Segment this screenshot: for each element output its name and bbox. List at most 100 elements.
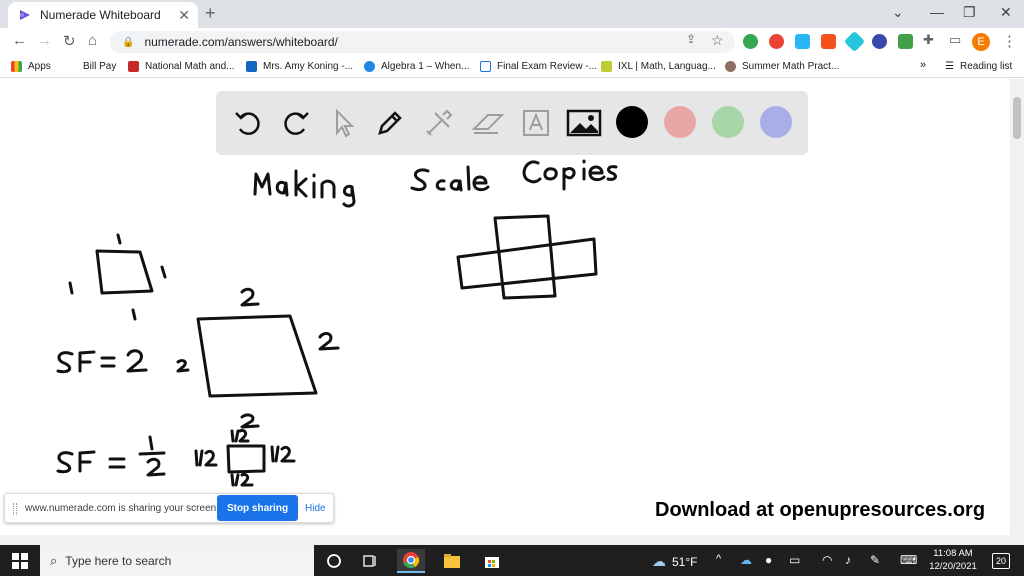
cast-icon[interactable]: ▭ bbox=[949, 32, 961, 48]
forward-icon[interactable]: → bbox=[37, 32, 52, 49]
battery-icon[interactable]: ▭ bbox=[789, 553, 800, 567]
handwritten-drawing bbox=[56, 159, 618, 487]
extension-green-plus-icon[interactable] bbox=[743, 34, 758, 49]
search-icon: ⌕ bbox=[50, 552, 58, 568]
file-explorer-icon[interactable] bbox=[438, 549, 466, 573]
small-square-figure bbox=[68, 233, 167, 321]
reading-list-icon: ☰ bbox=[945, 61, 954, 72]
home-icon[interactable]: ⌂ bbox=[88, 32, 97, 49]
openup-watermark: Download at openupresources.org bbox=[655, 499, 986, 521]
windows-taskbar: ⌕ Type here to search ☁ 51°F ^ ☁ ● ▭ ◠ ♪… bbox=[0, 545, 1024, 576]
back-icon[interactable]: ← bbox=[12, 32, 27, 49]
extension-screencastify-icon[interactable] bbox=[795, 34, 810, 49]
extension-red-icon[interactable] bbox=[769, 34, 784, 49]
tab-strip: Numerade Whiteboard ✕ + ⌄ — ❐ ✕ bbox=[0, 0, 1024, 28]
bookmark-label: Apps bbox=[28, 61, 51, 72]
share-message: www.numerade.com is sharing your screen. bbox=[25, 503, 219, 514]
extensions-puzzle-icon[interactable]: ✚ bbox=[923, 32, 934, 48]
wifi-icon[interactable]: ◠ bbox=[822, 553, 832, 567]
reload-icon[interactable]: ↻ bbox=[63, 32, 76, 50]
bill-pay-icon bbox=[66, 61, 77, 72]
window-list-chevron-icon[interactable]: ⌄ bbox=[892, 4, 904, 21]
hide-button[interactable]: Hide bbox=[305, 503, 326, 514]
address-bar[interactable]: 🔒 numerade.com/answers/whiteboard/ bbox=[110, 31, 735, 53]
address-toolbar: ← → ↻ ⌂ 🔒 numerade.com/answers/whiteboar… bbox=[0, 28, 1024, 56]
bookmarks-bar: Apps Bill Pay National Math and... Mrs. … bbox=[0, 56, 1024, 78]
clock-date: 12/20/2021 bbox=[929, 561, 977, 572]
numerade-logo-icon bbox=[20, 10, 30, 20]
bookmark-label: Bill Pay bbox=[83, 61, 117, 72]
search-placeholder: Type here to search bbox=[65, 553, 172, 568]
clock-time: 11:08 AM bbox=[933, 548, 973, 559]
microphone-icon[interactable]: ● bbox=[765, 553, 772, 567]
cross-shape-figure bbox=[456, 214, 598, 300]
sf-half-label bbox=[56, 435, 166, 477]
national-math-icon bbox=[128, 61, 139, 72]
taskbar-clock[interactable]: 11:08 AM 12/20/2021 bbox=[925, 547, 981, 573]
apps-grid-icon bbox=[11, 61, 22, 72]
bookmark-final-exam-review[interactable]: Final Exam Review -... bbox=[480, 61, 597, 72]
restore-icon[interactable]: ❐ bbox=[963, 4, 976, 21]
extension-green-square-icon[interactable] bbox=[898, 34, 913, 49]
weather-temp: 51°F bbox=[672, 554, 698, 569]
bookmark-label: Mrs. Amy Koning -... bbox=[263, 61, 354, 72]
amy-koning-icon bbox=[246, 61, 257, 72]
bookmark-label: IXL | Math, Languag... bbox=[618, 61, 716, 72]
bookmark-national-math[interactable]: National Math and... bbox=[128, 61, 235, 72]
half-square-figure bbox=[194, 413, 296, 487]
cortana-icon[interactable] bbox=[320, 549, 348, 573]
bookmark-amy-koning[interactable]: Mrs. Amy Koning -... bbox=[246, 61, 353, 72]
bookmark-ixl[interactable]: IXL | Math, Languag... bbox=[601, 61, 716, 72]
big-square-figure bbox=[176, 287, 340, 398]
task-view-icon[interactable] bbox=[356, 549, 384, 573]
profile-avatar[interactable]: E bbox=[972, 33, 990, 51]
url-text: numerade.com/answers/whiteboard/ bbox=[144, 35, 338, 49]
onedrive-icon[interactable]: ☁ bbox=[740, 553, 752, 567]
volume-icon[interactable]: ♪ bbox=[845, 553, 851, 567]
bookmark-summer-math[interactable]: Summer Math Pract... bbox=[725, 61, 839, 72]
tab-close-icon[interactable]: ✕ bbox=[178, 7, 190, 24]
sf-2-label bbox=[56, 349, 148, 374]
reading-list-label: Reading list bbox=[959, 61, 1013, 72]
windows-start-icon[interactable] bbox=[6, 549, 34, 573]
wordpress-icon bbox=[364, 61, 375, 72]
extension-bookmark-red-icon[interactable] bbox=[821, 34, 836, 49]
bookmark-star-icon[interactable]: ☆ bbox=[711, 32, 724, 49]
handwritten-title bbox=[253, 159, 618, 208]
ixl-icon bbox=[601, 61, 612, 72]
tray-chevron-icon[interactable]: ^ bbox=[716, 553, 721, 565]
vertical-scrollbar[interactable] bbox=[1010, 79, 1024, 535]
bookmark-label: Algebra 1 – When... bbox=[381, 61, 470, 72]
minimize-icon[interactable]: — bbox=[930, 4, 944, 20]
bookmark-apps[interactable]: Apps bbox=[11, 61, 51, 72]
tab-numerade-whiteboard[interactable]: Numerade Whiteboard ✕ bbox=[8, 2, 198, 28]
bookmark-algebra-1[interactable]: Algebra 1 – When... bbox=[364, 61, 469, 72]
stop-sharing-button[interactable]: Stop sharing bbox=[217, 495, 298, 521]
chrome-taskbar-icon[interactable] bbox=[397, 549, 425, 573]
new-tab-icon[interactable]: + bbox=[205, 3, 216, 24]
window-close-icon[interactable]: ✕ bbox=[1000, 4, 1012, 21]
store-icon[interactable] bbox=[478, 549, 506, 573]
horizontal-scrollbar[interactable] bbox=[0, 535, 1024, 545]
cloud-icon: ☁ bbox=[652, 553, 666, 569]
taskbar-search[interactable]: ⌕ Type here to search bbox=[40, 545, 314, 576]
menu-kebab-icon[interactable]: ⋮ bbox=[1002, 32, 1017, 50]
docs-icon bbox=[480, 61, 491, 72]
reading-list[interactable]: ☰ Reading list bbox=[945, 61, 1012, 72]
drag-handle-icon[interactable] bbox=[13, 503, 17, 515]
keyboard-icon[interactable]: ⌨ bbox=[900, 553, 917, 567]
whiteboard-canvas[interactable]: Download at openupresources.org bbox=[0, 79, 1010, 535]
weather-widget[interactable]: ☁ 51°F bbox=[652, 553, 697, 570]
bookmark-label: National Math and... bbox=[145, 61, 235, 72]
bookmark-label: Final Exam Review -... bbox=[497, 61, 598, 72]
bookmarks-overflow-icon[interactable]: » bbox=[920, 59, 926, 71]
extension-k-icon[interactable] bbox=[872, 34, 887, 49]
pen-workspace-icon[interactable]: ✎ bbox=[870, 553, 880, 567]
share-page-icon[interactable]: ⇪ bbox=[686, 32, 696, 46]
notification-center-icon[interactable]: 20 bbox=[992, 553, 1010, 569]
scrollbar-thumb[interactable] bbox=[1013, 97, 1021, 139]
tab-title: Numerade Whiteboard bbox=[40, 8, 161, 22]
screen-share-bar: www.numerade.com is sharing your screen.… bbox=[4, 493, 334, 523]
bookmark-bill-pay[interactable]: Bill Pay bbox=[66, 61, 116, 72]
extension-diamond-icon[interactable] bbox=[843, 30, 866, 53]
